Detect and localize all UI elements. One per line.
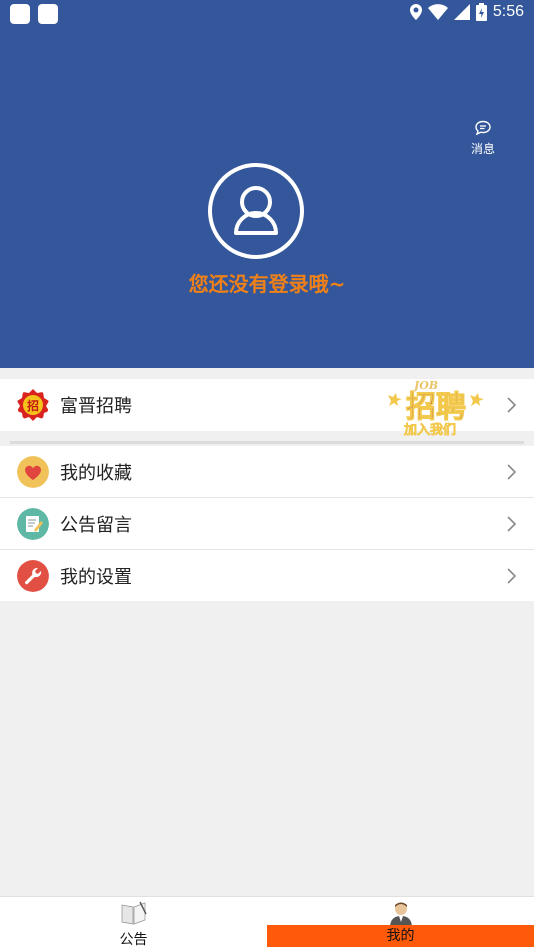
messages-button[interactable]: 消息: [466, 120, 500, 156]
messages-label: 消息: [470, 142, 495, 156]
tab-notice[interactable]: 公告: [0, 897, 267, 950]
menu-item-favorites[interactable]: 我的收藏: [0, 446, 534, 498]
menu-item-label: 我的收藏: [60, 462, 132, 484]
chevron-right-icon: [507, 568, 517, 584]
chevron-right-icon: [507, 464, 517, 480]
location-icon: [409, 4, 422, 20]
menu-item-label: 我的设置: [60, 567, 132, 588]
tab-label: 公告: [119, 932, 148, 948]
chevron-right-icon: [507, 397, 517, 413]
menu-item-notice-comments[interactable]: 公告留言: [0, 498, 534, 550]
clock: 5:56: [492, 3, 524, 20]
chevron-right-icon: [507, 516, 517, 532]
notification-icon: [10, 4, 30, 24]
wrench-icon: [17, 560, 49, 592]
signal-icon: [453, 4, 470, 20]
user-avatar-icon: [389, 902, 412, 926]
notepad-pencil-icon: [17, 508, 49, 540]
recruit-badge-icon: 招: [17, 389, 49, 421]
notice-book-icon: [121, 901, 147, 925]
notification-icons: [10, 4, 58, 24]
promo-main-text: 招聘: [406, 390, 466, 425]
divider: [10, 441, 524, 444]
menu-item-label: 富晋招聘: [60, 396, 132, 417]
menu-list: 我的收藏 公告留言 我的设置: [0, 446, 534, 601]
status-bar: 5:56: [0, 0, 534, 28]
chat-bubble-icon: [475, 120, 491, 136]
battery-icon: [475, 3, 487, 21]
profile-header: 消息 您还没有登录哦~: [0, 28, 534, 368]
user-icon: [234, 186, 278, 235]
notification-icon: [38, 4, 58, 24]
login-avatar[interactable]: [208, 163, 304, 259]
login-prompt[interactable]: 您还没有登录哦~: [0, 268, 534, 297]
bottom-nav: 公告 我的: [0, 896, 534, 950]
heart-icon: [17, 456, 49, 488]
promo-sub-text: 加入我们: [403, 422, 456, 437]
recruitment-banner-image: JOB 招聘 加入我们: [388, 379, 484, 437]
svg-text:招: 招: [27, 398, 39, 413]
wifi-icon: [427, 4, 448, 20]
tab-mine[interactable]: 我的: [267, 897, 534, 950]
menu-item-settings[interactable]: 我的设置: [0, 550, 534, 602]
menu-item-label: 公告留言: [60, 514, 132, 536]
system-icons: 5:56: [409, 3, 524, 21]
tab-label: 我的: [267, 925, 534, 947]
